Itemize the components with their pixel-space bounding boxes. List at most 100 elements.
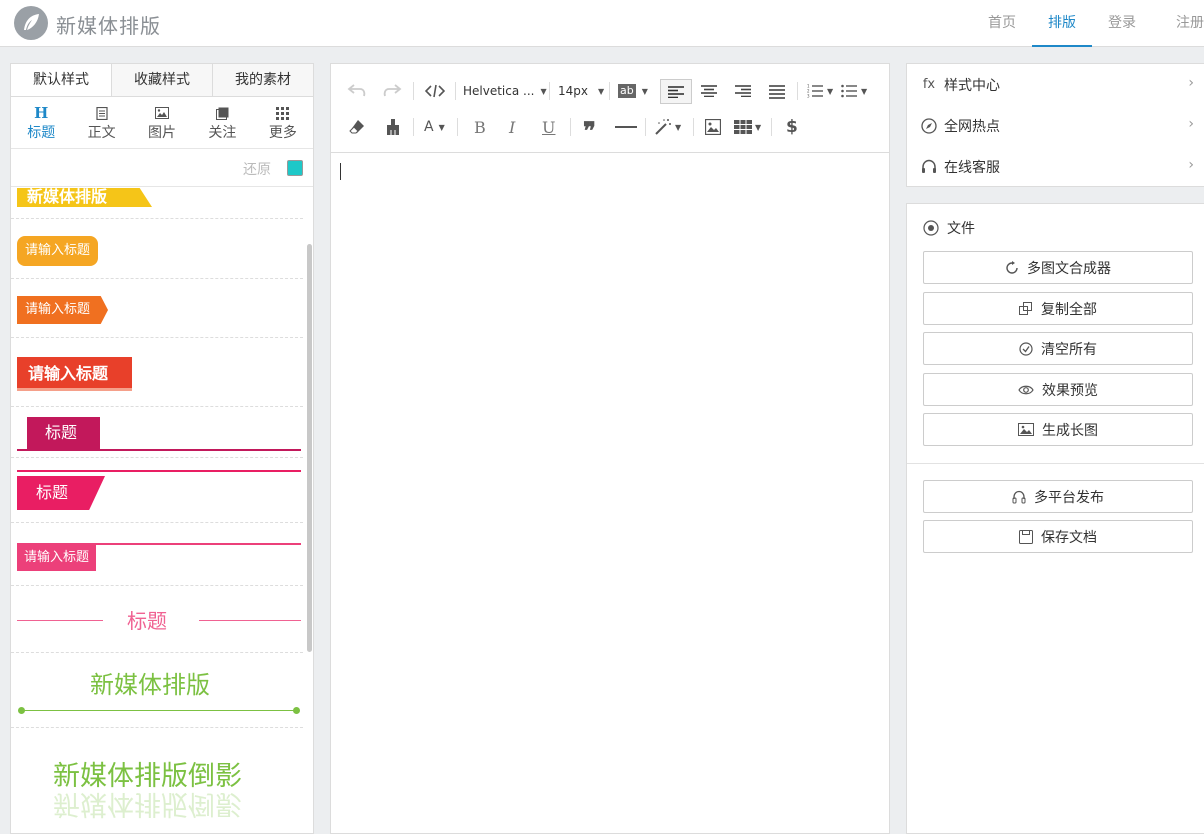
dollar-button[interactable]: $: [786, 116, 798, 138]
restore-button[interactable]: 还原: [243, 159, 271, 179]
category-follow[interactable]: 关注: [192, 97, 252, 148]
insert-image-icon[interactable]: [705, 116, 721, 138]
caret-down-icon: ▼: [861, 86, 868, 96]
style-item[interactable]: 请输入标题: [11, 219, 303, 279]
copy-icon: [1019, 301, 1033, 316]
menu-hot-topics[interactable]: 全网热点 ›: [907, 105, 1204, 146]
fx-icon: fx: [922, 77, 936, 92]
ordered-list-icon: 123: [807, 84, 823, 98]
category-heading[interactable]: H 标题: [11, 97, 71, 148]
headphones-icon: [1012, 490, 1026, 504]
tab-favorite-styles[interactable]: 收藏样式: [112, 64, 213, 96]
style-item[interactable]: 新媒体排版: [11, 188, 303, 219]
align-right-button[interactable]: [735, 80, 751, 102]
unordered-list-button[interactable]: ▼: [841, 80, 867, 102]
copy-all-button[interactable]: 复制全部: [923, 292, 1193, 325]
italic-icon: I: [509, 117, 516, 137]
target-icon: [923, 220, 939, 236]
save-document-button[interactable]: 保存文档: [923, 520, 1193, 553]
bold-button[interactable]: B: [474, 116, 486, 138]
font-color-button[interactable]: A ▼: [424, 116, 445, 138]
font-color-icon: A: [424, 119, 434, 135]
nav-register[interactable]: 注册: [1152, 0, 1204, 47]
style-panel: 默认样式 收藏样式 我的素材 H 标题 正文 图片 关注 更多 还原 新媒体排版…: [10, 63, 314, 834]
caret-down-icon: ▼: [598, 86, 605, 96]
clear-all-button[interactable]: 清空所有: [923, 332, 1193, 365]
category-body[interactable]: 正文: [71, 97, 131, 148]
caret-down-icon: ▼: [675, 122, 682, 132]
insert-table-button[interactable]: ▼: [734, 116, 761, 138]
style-item[interactable]: 新媒体排版倒影 新媒体排版倒影: [11, 728, 303, 833]
magic-wand-button[interactable]: ▼: [654, 116, 681, 138]
ordered-list-button[interactable]: 123 ▼: [807, 80, 833, 102]
align-left-button[interactable]: [660, 79, 692, 104]
preview-button[interactable]: 效果预览: [923, 373, 1193, 406]
style-item[interactable]: 标题: [11, 458, 303, 523]
image-icon: [132, 105, 192, 121]
multi-article-composer-button[interactable]: 多图文合成器: [923, 251, 1193, 284]
align-justify-icon: [769, 85, 785, 99]
category-image[interactable]: 图片: [132, 97, 192, 148]
refresh-icon: [1005, 260, 1019, 275]
style-tabs: 默认样式 收藏样式 我的素材: [11, 64, 313, 97]
file-section-header: 文件: [923, 218, 975, 238]
nav-layout[interactable]: 排版: [1032, 0, 1092, 47]
top-header: 新媒体排版 首页 排版 登录 注册: [0, 0, 1204, 47]
italic-button[interactable]: I: [509, 116, 515, 138]
editor-content-area[interactable]: [331, 154, 889, 833]
brand-name[interactable]: 新媒体排版: [56, 10, 161, 39]
style-item[interactable]: 请输入标题: [11, 523, 303, 586]
format-brush-icon[interactable]: [385, 116, 401, 138]
undo-icon[interactable]: [347, 80, 367, 102]
caret-down-icon: ▼: [540, 86, 547, 96]
menu-online-support[interactable]: 在线客服 ›: [907, 146, 1204, 187]
style-item[interactable]: 请输入标题: [11, 338, 303, 407]
document-icon: [71, 105, 131, 121]
style-list-scrollbar[interactable]: [307, 244, 312, 652]
style-item[interactable]: 新媒体排版: [11, 653, 303, 728]
nav-home[interactable]: 首页: [972, 0, 1032, 47]
align-center-icon: [701, 85, 717, 97]
menu-style-center[interactable]: fx 样式中心 ›: [907, 64, 1204, 105]
caret-down-icon: ▼: [827, 86, 834, 96]
editor-panel: Helvetica ... ▼ 14px ▼ ab ▼ 123 ▼ ▼ A ▼ …: [330, 63, 890, 834]
horizontal-rule-icon[interactable]: [615, 116, 637, 138]
chevron-right-icon: ›: [1188, 75, 1194, 91]
redo-icon[interactable]: [382, 80, 402, 102]
save-icon: [1019, 529, 1033, 544]
tab-my-materials[interactable]: 我的素材: [213, 64, 313, 96]
highlight-icon: ab: [618, 84, 636, 98]
style-item[interactable]: 请输入标题: [11, 279, 303, 338]
eye-icon: [1018, 384, 1034, 396]
clear-icon: [1019, 341, 1033, 356]
unordered-list-icon: [841, 84, 857, 98]
category-more[interactable]: 更多: [253, 97, 313, 148]
dollar-icon: $: [786, 117, 798, 137]
style-list: 新媒体排版 请输入标题 请输入标题 请输入标题 标题 标题 请输入标题 标题 新…: [11, 188, 313, 833]
font-size-select[interactable]: 14px ▼: [558, 80, 604, 102]
source-code-icon[interactable]: [425, 80, 445, 102]
feather-logo-icon[interactable]: [14, 6, 48, 40]
file-panel: 文件 多图文合成器 复制全部 清空所有 效果预览 生成长图 多平台发布 保存文档: [906, 203, 1204, 834]
style-item[interactable]: 标题: [11, 586, 303, 653]
blockquote-icon[interactable]: ❞: [583, 116, 596, 143]
tab-default-styles[interactable]: 默认样式: [11, 64, 112, 96]
style-item[interactable]: 标题: [11, 407, 303, 458]
bold-icon: B: [474, 117, 486, 137]
nav-login[interactable]: 登录: [1092, 0, 1152, 47]
highlight-color-button[interactable]: ab ▼: [618, 80, 648, 102]
svg-text:3: 3: [807, 94, 810, 99]
chevron-right-icon: ›: [1188, 157, 1194, 173]
style-categories: H 标题 正文 图片 关注 更多: [11, 97, 313, 149]
eraser-icon[interactable]: [349, 116, 365, 138]
align-justify-button[interactable]: [769, 81, 785, 103]
underline-button[interactable]: U: [542, 116, 555, 138]
multi-platform-publish-button[interactable]: 多平台发布: [923, 480, 1193, 513]
follow-icon: [192, 105, 252, 121]
main-nav: 首页 排版 登录 注册: [972, 0, 1204, 47]
generate-long-image-button[interactable]: 生成长图: [923, 413, 1193, 446]
color-swatch[interactable]: [287, 160, 303, 176]
font-family-select[interactable]: Helvetica ... ▼: [463, 80, 547, 102]
caret-down-icon: ▼: [641, 86, 648, 96]
align-center-button[interactable]: [701, 80, 717, 102]
